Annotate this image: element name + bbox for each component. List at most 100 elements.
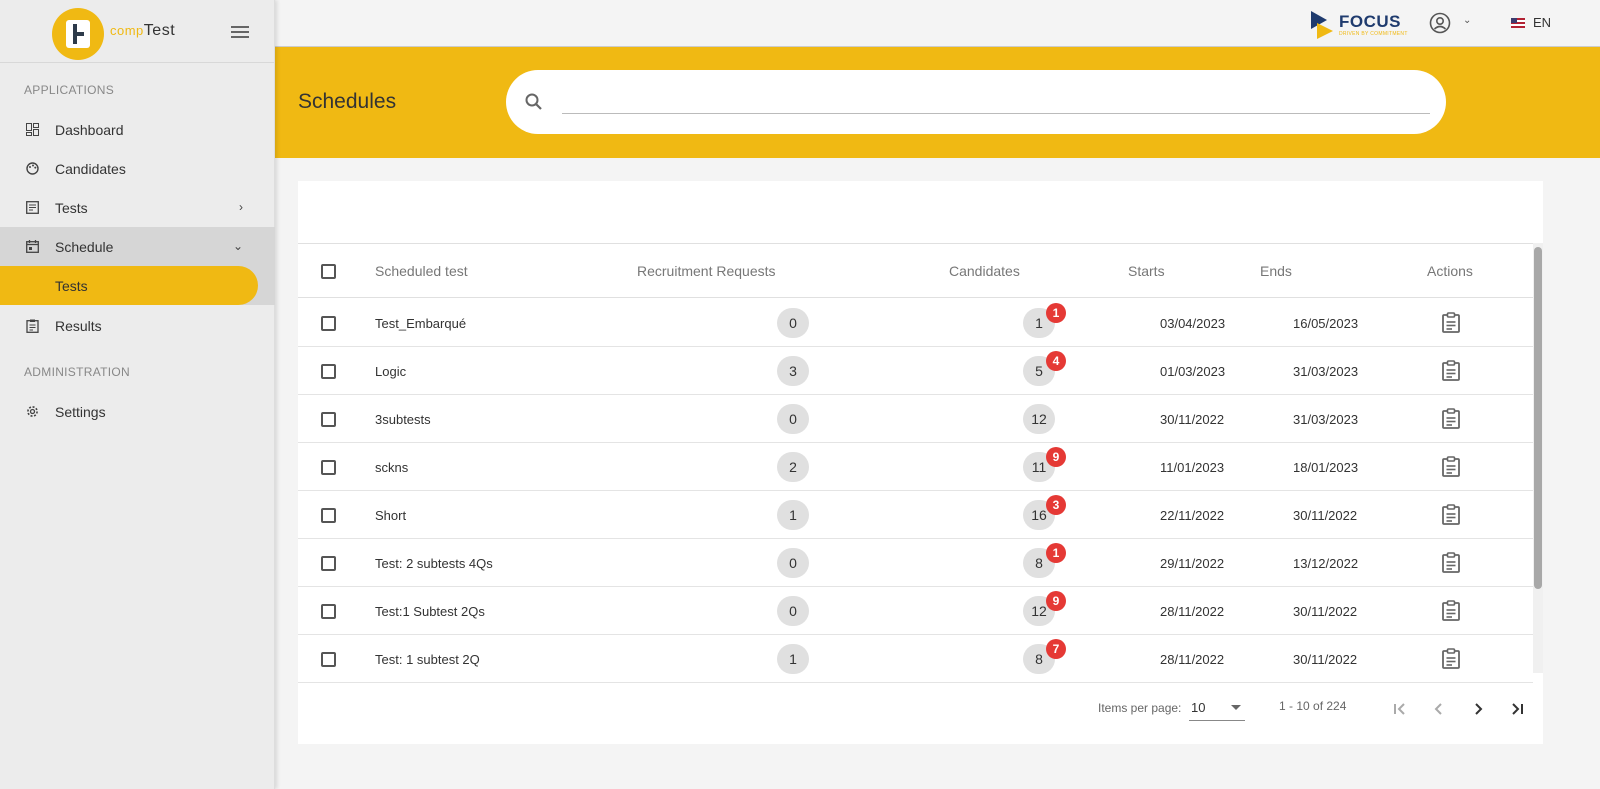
row-checkbox[interactable]	[321, 412, 336, 427]
scheduled-test-name[interactable]: Test_Embarqué	[375, 316, 466, 331]
table-row[interactable]: 3subtests 0 12 30/11/2022 31/03/2023	[298, 395, 1533, 443]
account-icon[interactable]	[1429, 12, 1451, 34]
recruitment-requests-count[interactable]: 1	[777, 644, 809, 674]
start-date: 01/03/2023	[1160, 364, 1226, 379]
sidebar-item-candidates[interactable]: Candidates	[0, 149, 275, 188]
focus-logo-icon	[1311, 11, 1333, 39]
chevron-left-icon	[1434, 703, 1442, 715]
column-header-recruitment-requests[interactable]: Recruitment Requests	[637, 263, 776, 279]
row-checkbox[interactable]	[321, 652, 336, 667]
brand-prefix: comp	[110, 23, 144, 38]
view-results-clipboard-icon[interactable]	[1441, 456, 1461, 478]
test-icon	[25, 201, 39, 215]
section-applications: APPLICATIONS	[24, 83, 115, 97]
gear-icon	[25, 405, 39, 419]
view-results-clipboard-icon[interactable]	[1441, 648, 1461, 670]
scheduled-test-name[interactable]: Logic	[375, 364, 406, 379]
recruitment-requests-count[interactable]: 2	[777, 452, 809, 482]
scheduled-test-name[interactable]: Test:1 Subtest 2Qs	[375, 604, 485, 619]
first-page-button[interactable]	[1388, 697, 1412, 721]
view-results-clipboard-icon[interactable]	[1441, 504, 1461, 526]
items-per-page-select[interactable]: 10	[1189, 695, 1245, 721]
account-chevron-down-icon[interactable]: ⌄	[1463, 15, 1471, 26]
table-row[interactable]: Short 1 16 3 22/11/2022 30/11/2022	[298, 491, 1533, 539]
end-date: 16/05/2023	[1293, 316, 1359, 331]
column-header-ends[interactable]: Ends	[1260, 263, 1292, 279]
partner-logo-text: FOCUS	[1339, 12, 1401, 31]
recruitment-requests-count[interactable]: 0	[777, 596, 809, 626]
sidebar-item-label: Dashboard	[55, 121, 124, 138]
sidebar-item-dashboard[interactable]: Dashboard	[0, 110, 275, 149]
column-header-scheduled-test[interactable]: Scheduled test	[375, 263, 468, 279]
sidebar: compTest APPLICATIONS Dashboard Candidat…	[0, 0, 275, 789]
row-checkbox[interactable]	[321, 364, 336, 379]
page-title: Schedules	[298, 90, 397, 113]
start-date: 28/11/2022	[1160, 604, 1225, 619]
column-header-actions: Actions	[1427, 263, 1473, 279]
row-checkbox[interactable]	[321, 316, 336, 331]
schedules-table-card: Scheduled test Recruitment Requests Cand…	[298, 181, 1543, 744]
row-checkbox[interactable]	[321, 508, 336, 523]
new-candidates-badge: 4	[1046, 351, 1066, 371]
recruitment-requests-count[interactable]: 0	[777, 548, 809, 578]
next-page-button[interactable]	[1466, 697, 1490, 721]
end-date: 31/03/2023	[1293, 412, 1359, 427]
recruitment-requests-count[interactable]: 1	[777, 500, 809, 530]
scheduled-test-name[interactable]: Test: 2 subtests 4Qs	[375, 556, 493, 571]
table-row[interactable]: sckns 2 11 9 11/01/2023 18/01/2023	[298, 443, 1533, 491]
table-row[interactable]: Logic 3 5 4 01/03/2023 31/03/2023	[298, 347, 1533, 395]
view-results-clipboard-icon[interactable]	[1441, 552, 1461, 574]
page-header: Schedules	[275, 47, 1600, 158]
view-results-clipboard-icon[interactable]	[1441, 408, 1461, 430]
end-date: 30/11/2022	[1293, 508, 1358, 523]
row-checkbox[interactable]	[321, 556, 336, 571]
last-page-icon	[1512, 703, 1523, 715]
view-results-clipboard-icon[interactable]	[1441, 312, 1461, 334]
recruitment-requests-count[interactable]: 0	[777, 404, 809, 434]
scheduled-test-name[interactable]: sckns	[375, 460, 408, 475]
table-row[interactable]: Test:1 Subtest 2Qs 0 12 9 28/11/2022 30/11/20…	[298, 587, 1533, 635]
table-scrollbar[interactable]	[1533, 243, 1543, 673]
table-row[interactable]: Test: 1 subtest 2Q 1 8 7 28/11/2022 30/11/202…	[298, 635, 1533, 683]
page-range-label: 1 - 10 of 224	[1279, 699, 1347, 713]
items-per-page-value: 10	[1191, 700, 1206, 715]
recruitment-requests-count[interactable]: 0	[777, 308, 809, 338]
language-selector[interactable]: EN	[1511, 15, 1551, 30]
menu-toggle-icon[interactable]	[231, 26, 249, 38]
search-input[interactable]	[562, 88, 1430, 114]
search-bar	[506, 70, 1446, 134]
dropdown-caret-icon	[1231, 705, 1241, 710]
scheduled-test-name[interactable]: Test: 1 subtest 2Q	[375, 652, 480, 667]
sidebar-item-tests[interactable]: Tests ›	[0, 188, 275, 227]
table-row[interactable]: Test: 2 subtests 4Qs 0 8 1 29/11/2022 13/12/2…	[298, 539, 1533, 587]
sidebar-item-settings[interactable]: Settings	[0, 392, 275, 431]
new-candidates-badge: 1	[1046, 303, 1066, 323]
language-label: EN	[1533, 15, 1552, 30]
row-checkbox[interactable]	[321, 460, 336, 475]
scheduled-test-name[interactable]: Short	[375, 508, 406, 523]
sidebar-item-schedule-tests[interactable]: Tests	[0, 266, 258, 305]
last-page-button[interactable]	[1505, 697, 1529, 721]
select-all-checkbox[interactable]	[321, 264, 336, 279]
recruitment-requests-count[interactable]: 3	[777, 356, 809, 386]
scheduled-test-name[interactable]: 3subtests	[375, 412, 431, 427]
scrollbar-thumb[interactable]	[1534, 247, 1542, 589]
candidates-count[interactable]: 12	[1023, 404, 1055, 434]
start-date: 03/04/2023	[1160, 316, 1226, 331]
row-checkbox[interactable]	[321, 604, 336, 619]
column-header-candidates[interactable]: Candidates	[949, 263, 1020, 279]
paginator: Items per page: 10 1 - 10 of 224	[298, 679, 1543, 739]
app-logo[interactable]	[52, 8, 104, 60]
chevron-right-icon: ›	[239, 200, 243, 214]
view-results-clipboard-icon[interactable]	[1441, 360, 1461, 382]
sidebar-item-results[interactable]: Results	[0, 306, 275, 345]
view-results-clipboard-icon[interactable]	[1441, 600, 1461, 622]
table-row[interactable]: Test_Embarqué 0 1 1 03/04/2023 16/05/2023	[298, 299, 1533, 347]
column-header-starts[interactable]: Starts	[1128, 263, 1165, 279]
start-date: 11/01/2023	[1160, 460, 1225, 475]
previous-page-button[interactable]	[1427, 697, 1451, 721]
end-date: 30/11/2022	[1293, 652, 1358, 667]
sidebar-item-schedule[interactable]: Schedule ⌄	[0, 227, 275, 266]
palette-icon	[25, 162, 39, 176]
start-date: 29/11/2022	[1160, 556, 1225, 571]
